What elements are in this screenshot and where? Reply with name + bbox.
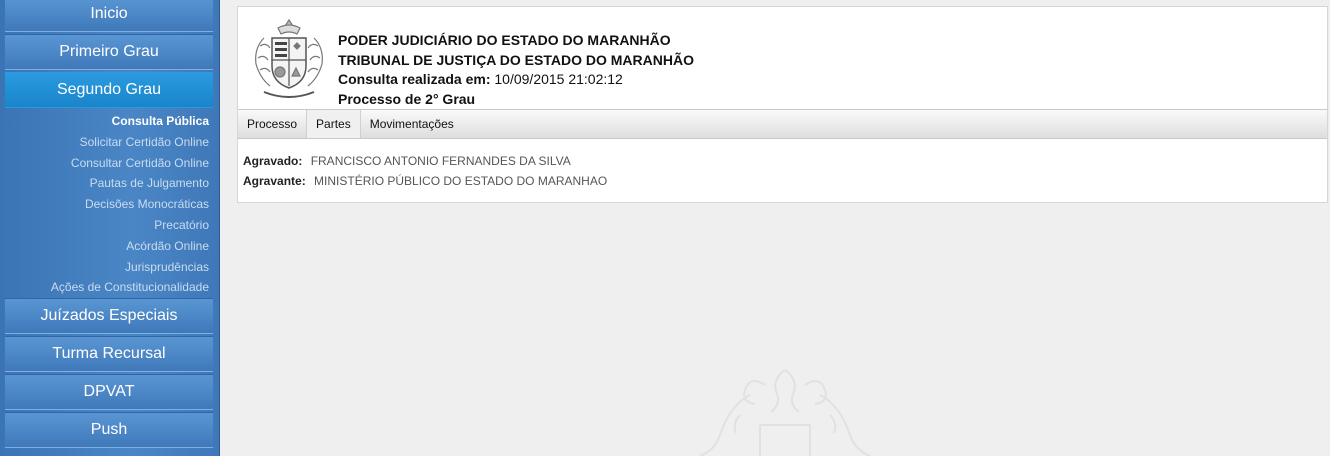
- nav-inicio-label: Inicio: [90, 5, 128, 22]
- court-name-line2: TRIBUNAL DE JUSTIÇA DO ESTADO DO MARANHÃ…: [338, 51, 694, 68]
- tab-partes[interactable]: Partes: [306, 110, 361, 138]
- tab-bar: Processo Partes Movimentações: [238, 109, 1327, 139]
- submenu-solicitar-certidao[interactable]: Solicitar Certidão Online: [0, 132, 209, 153]
- submenu-segundo-grau: Consulta Pública Solicitar Certidão Onli…: [0, 111, 209, 298]
- submenu-acoes-constitucionalidade[interactable]: Ações de Constitucionalidade: [0, 277, 209, 298]
- nav-dpvat-label: DPVAT: [83, 383, 135, 400]
- parties-list: Agravado: FRANCISCO ANTONIO FERNANDES DA…: [243, 151, 607, 191]
- party-name: FRANCISCO ANTONIO FERNANDES DA SILVA: [310, 154, 571, 168]
- consult-info: Consulta realizada em: 10/09/2015 21:02:…: [338, 70, 694, 90]
- consult-label: Consulta realizada em:: [338, 71, 491, 87]
- party-row: Agravado: FRANCISCO ANTONIO FERNANDES DA…: [243, 151, 607, 171]
- submenu-acordao-online[interactable]: Acórdão Online: [0, 236, 209, 257]
- nav-juizados-especiais[interactable]: Juízados Especiais: [5, 298, 213, 334]
- submenu-consulta-publica[interactable]: Consulta Pública: [0, 111, 209, 132]
- nav-juizados-especiais-label: Juízados Especiais: [40, 307, 178, 324]
- consult-datetime: 10/09/2015 21:02:12: [494, 71, 623, 87]
- nav-segundo-grau-label: Segundo Grau: [56, 81, 162, 98]
- process-degree-label: Processo de 2° Grau: [338, 90, 476, 107]
- tab-processo[interactable]: Processo: [238, 110, 306, 138]
- party-name: MINISTÉRIO PÚBLICO DO ESTADO DO MARANHAO: [314, 174, 608, 188]
- coat-of-arms-watermark-icon: [699, 369, 871, 456]
- nav-segundo-grau[interactable]: Segundo Grau: [5, 72, 213, 108]
- tab-movimentacoes[interactable]: Movimentações: [361, 110, 463, 138]
- submenu-consultar-certidao[interactable]: Consultar Certidão Online: [0, 153, 209, 174]
- court-name-line1: PODER JUDICIÁRIO DO ESTADO DO MARANHÃO: [338, 32, 671, 48]
- submenu-precatorio[interactable]: Precatório: [0, 215, 209, 236]
- nav-push-label: Push: [90, 421, 128, 438]
- party-row: Agravante: MINISTÉRIO PÚBLICO DO ESTADO …: [243, 171, 607, 191]
- party-role: Agravante:: [243, 174, 306, 188]
- nav-dpvat[interactable]: DPVAT: [5, 374, 213, 410]
- nav-turma-recursal-label: Turma Recursal: [52, 345, 166, 362]
- submenu-decisoes-monocraticas[interactable]: Decisões Monocráticas: [0, 194, 209, 215]
- process-panel: PODER JUDICIÁRIO DO ESTADO DO MARANHÃO T…: [237, 6, 1328, 203]
- court-heading: PODER JUDICIÁRIO DO ESTADO DO MARANHÃO T…: [338, 31, 694, 109]
- party-role: Agravado:: [243, 154, 303, 168]
- panel-header: PODER JUDICIÁRIO DO ESTADO DO MARANHÃO T…: [238, 7, 1327, 109]
- coat-of-arms-icon: [255, 18, 323, 98]
- nav-inicio[interactable]: Inicio: [5, 0, 213, 32]
- submenu-jurisprudencias[interactable]: Jurisprudências: [0, 257, 209, 278]
- sidebar: Inicio Primeiro Grau Segundo Grau Consul…: [0, 0, 220, 456]
- nav-push[interactable]: Push: [5, 412, 213, 448]
- nav-primeiro-grau-label: Primeiro Grau: [59, 43, 159, 60]
- nav-primeiro-grau[interactable]: Primeiro Grau: [5, 34, 213, 70]
- nav-turma-recursal[interactable]: Turma Recursal: [5, 336, 213, 372]
- submenu-pautas-julgamento[interactable]: Pautas de Julgamento: [0, 173, 209, 194]
